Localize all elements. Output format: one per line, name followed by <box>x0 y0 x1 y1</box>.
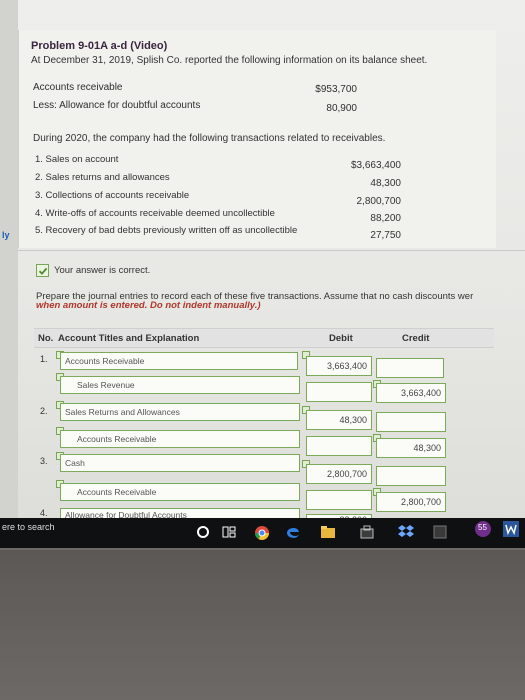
header-account: Account Titles and Explanation <box>58 333 200 344</box>
taskbar-search[interactable]: ere to search <box>2 522 55 532</box>
correct-feedback: Your answer is correct. <box>36 264 150 277</box>
problem-title: Problem 9-01A a-d (Video) <box>31 40 168 52</box>
edge-icon[interactable] <box>285 524 301 543</box>
cortana-icon[interactable] <box>196 525 210 542</box>
entry-number: 3. <box>40 456 48 466</box>
journal-header: No. Account Titles and Explanation Debit… <box>34 328 494 348</box>
screen: ly Problem 9-01A a-d (Video) At December… <box>0 0 525 548</box>
account-field[interactable]: Cash <box>60 454 300 472</box>
entry-number: 4. <box>40 508 48 518</box>
entry-number: 1. <box>40 354 48 364</box>
transaction-label: 1. Sales on account <box>35 154 119 165</box>
header-debit: Debit <box>329 333 353 344</box>
debit-field[interactable] <box>306 490 372 510</box>
file-explorer-icon[interactable] <box>320 525 336 542</box>
transaction-value: 2,800,700 <box>356 196 402 207</box>
debit-field[interactable] <box>306 382 372 402</box>
debit-field[interactable]: 3,663,400 <box>306 356 372 376</box>
photo-background <box>0 550 525 700</box>
header-no: No. <box>38 333 54 344</box>
debit-field[interactable]: 48,300 <box>306 410 372 430</box>
transactions-intro: During 2020, the company had the followi… <box>33 133 386 144</box>
balance-sheet-value: $953,700 <box>315 84 357 95</box>
credit-field[interactable] <box>376 358 444 378</box>
balance-sheet-box: Accounts receivable $953,700 Less: Allow… <box>31 78 371 116</box>
left-sidebar-strip: ly <box>0 0 18 520</box>
transaction-label: 5. Recovery of bad debts previously writ… <box>35 225 298 236</box>
credit-field[interactable]: 3,663,400 <box>376 383 446 403</box>
account-field[interactable]: Accounts Receivable <box>60 483 300 501</box>
balance-sheet-value: 80,900 <box>326 103 357 114</box>
checkmark-icon <box>36 264 49 277</box>
transaction-label: 3. Collections of accounts receivable <box>35 190 190 201</box>
problem-intro: At December 31, 2019, Splish Co. reporte… <box>31 55 428 66</box>
feedback-text: Your answer is correct. <box>54 265 151 276</box>
instructions-warning: when amount is entered. Do not indent ma… <box>36 300 261 311</box>
dropbox-icon[interactable] <box>398 524 414 541</box>
transaction-value: 27,750 <box>370 230 401 241</box>
side-label: ly <box>2 230 10 240</box>
account-field[interactable]: Accounts Receivable <box>60 352 298 370</box>
header-credit: Credit <box>402 333 430 344</box>
app-icon[interactable] <box>432 524 448 543</box>
transaction-value: $3,663,400 <box>350 160 401 171</box>
store-icon[interactable] <box>360 525 374 542</box>
problem-panel: Problem 9-01A a-d (Video) At December 31… <box>18 30 496 248</box>
credit-field[interactable] <box>376 412 446 432</box>
transaction-label: 2. Sales returns and allowances <box>35 172 170 183</box>
account-field[interactable]: Accounts Receivable <box>60 430 300 448</box>
account-field[interactable]: Sales Revenue <box>60 376 300 394</box>
account-field[interactable]: Sales Returns and Allowances <box>60 403 300 421</box>
journal-table: No. Account Titles and Explanation Debit… <box>34 328 494 528</box>
entry-number: 2. <box>40 406 48 416</box>
task-view-icon[interactable] <box>222 525 236 542</box>
debit-field[interactable]: 2,800,700 <box>306 464 372 484</box>
transaction-value: 88,200 <box>370 213 401 224</box>
debit-field[interactable] <box>306 436 372 456</box>
transaction-label: 4. Write-offs of accounts receivable dee… <box>35 208 275 219</box>
chrome-icon[interactable] <box>254 525 270 544</box>
transaction-value: 48,300 <box>370 178 401 189</box>
answer-section: Your answer is correct. Prepare the jour… <box>30 258 525 524</box>
balance-sheet-label: Accounts receivable <box>33 82 123 93</box>
section-divider <box>18 250 525 251</box>
word-icon[interactable] <box>502 520 520 541</box>
windows-taskbar: ere to search 55 <box>0 518 525 548</box>
credit-field[interactable]: 48,300 <box>376 438 446 458</box>
notification-badge[interactable]: 55 <box>474 520 492 541</box>
credit-field[interactable]: 2,800,700 <box>376 492 446 512</box>
badge-count: 55 <box>478 523 487 532</box>
credit-field[interactable] <box>376 466 446 486</box>
balance-sheet-label: Less: Allowance for doubtful accounts <box>33 100 201 111</box>
